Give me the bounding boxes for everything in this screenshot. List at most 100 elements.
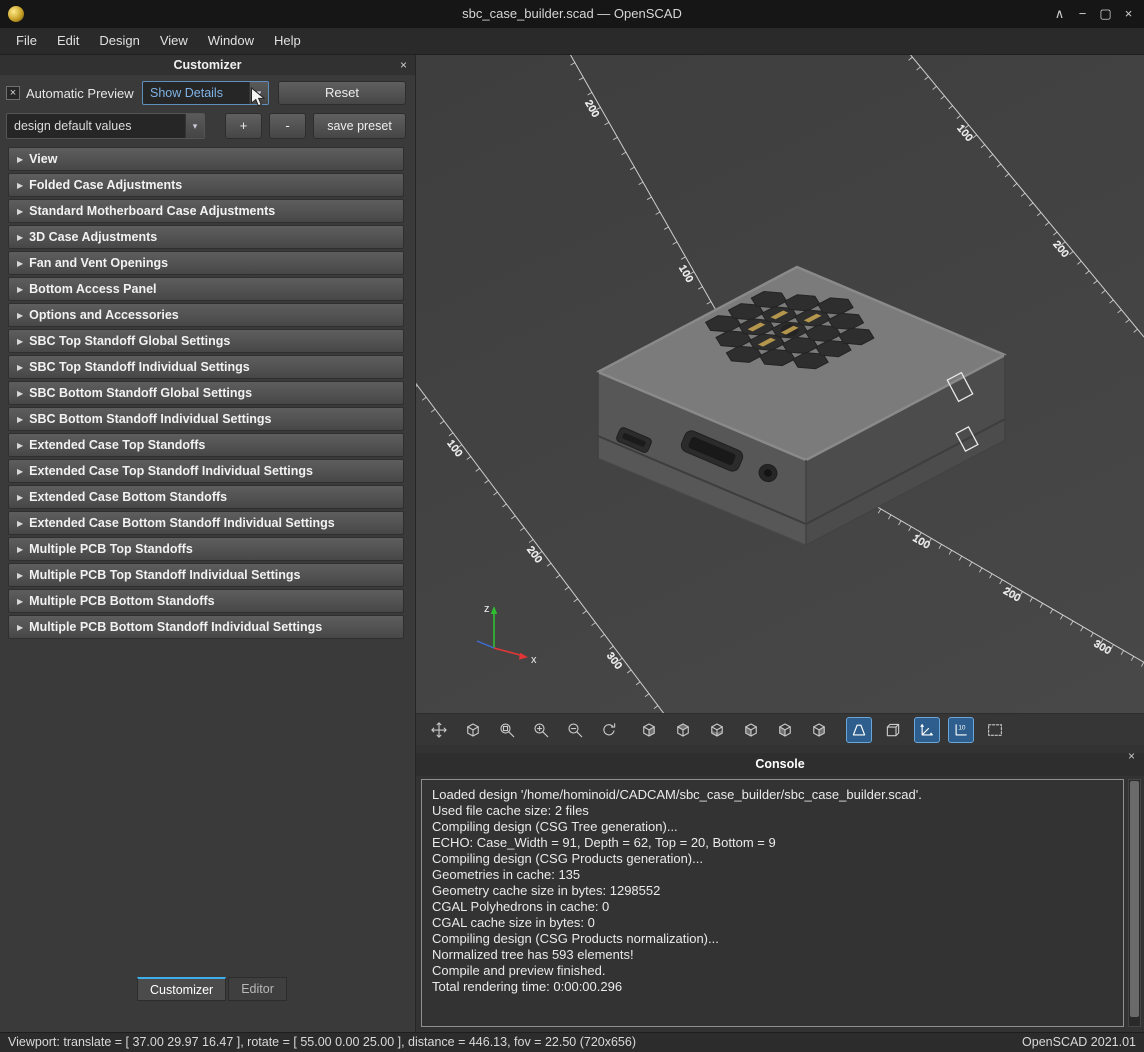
statusbar: Viewport: translate = [ 37.00 29.97 16.4… — [0, 1032, 1144, 1052]
customizer-section[interactable]: ▶Options and Accessories — [8, 303, 404, 327]
minimize-button[interactable]: − — [1071, 0, 1094, 28]
customizer-close-icon[interactable]: × — [400, 55, 407, 75]
expander-arrow-icon: ▶ — [17, 155, 23, 164]
zoom-out-button[interactable] — [562, 717, 588, 743]
reset-view-icon — [600, 721, 618, 739]
customizer-section[interactable]: ▶ View — [8, 147, 404, 171]
view-right-button[interactable] — [636, 717, 662, 743]
view-bottom-button[interactable] — [704, 717, 730, 743]
reset-view-button[interactable] — [596, 717, 622, 743]
orthogonal-button[interactable] — [880, 717, 906, 743]
expander-arrow-icon: ▶ — [17, 467, 23, 476]
menu-help[interactable]: Help — [264, 28, 311, 54]
maximize-button[interactable]: ▢ — [1094, 0, 1117, 28]
expander-arrow-icon: ▶ — [17, 441, 23, 450]
reset-button[interactable]: Reset — [278, 81, 406, 105]
customizer-section[interactable]: ▶Extended Case Top Standoff Individual S… — [8, 459, 404, 483]
view-back-button[interactable] — [806, 717, 832, 743]
preset-dropdown[interactable]: design default values ▾ — [6, 113, 205, 139]
save-preset-button[interactable]: save preset — [313, 113, 406, 139]
remove-preset-button[interactable]: - — [269, 113, 306, 139]
perspective-icon — [850, 721, 868, 739]
customizer-section[interactable]: ▶Fan and Vent Openings — [8, 251, 404, 275]
customizer-section[interactable]: ▶Multiple PCB Bottom Standoffs — [8, 589, 404, 613]
customizer-section[interactable]: ▶ Bottom Access Panel — [8, 277, 404, 301]
customizer-section[interactable]: ▶Standard Motherboard Case Adjustments — [8, 199, 404, 223]
view-all-button[interactable] — [982, 717, 1008, 743]
section-label: SBC Bottom Standoff Global Settings — [29, 386, 252, 400]
scale-marker-number: 100 — [955, 123, 975, 144]
console-line: Loaded design '/home/hominoid/CADCAM/sbc… — [432, 787, 1113, 803]
orthogonal-icon — [884, 721, 902, 739]
show-axes-icon — [918, 721, 936, 739]
console-line: Geometry cache size in bytes: 1298552 — [432, 883, 1113, 899]
tab-customizer[interactable]: Customizer — [137, 977, 226, 1001]
zoom-in-button[interactable] — [528, 717, 554, 743]
perspective-button[interactable] — [846, 717, 872, 743]
customizer-section[interactable]: ▶Multiple PCB Top Standoffs — [8, 537, 404, 561]
add-preset-button[interactable]: + — [225, 113, 262, 139]
zoom-all-button[interactable] — [494, 717, 520, 743]
view-left-button[interactable] — [738, 717, 764, 743]
move-view-button[interactable] — [426, 717, 452, 743]
expander-arrow-icon: ▶ — [17, 285, 23, 294]
customizer-section[interactable]: ▶Extended Case Bottom Standoff Individua… — [8, 511, 404, 535]
section-label: View — [29, 152, 57, 166]
shade-button[interactable]: ∧ — [1048, 0, 1071, 28]
customizer-section[interactable]: ▶Multiple PCB Top Standoff Individual Se… — [8, 563, 404, 587]
console-line: CGAL Polyhedrons in cache: 0 — [432, 899, 1113, 915]
console-close-icon[interactable]: × — [1128, 745, 1135, 768]
console-line: Used file cache size: 2 files — [432, 803, 1113, 819]
chevron-down-icon[interactable]: ▾ — [185, 114, 204, 138]
console-line: Compiling design (CSG Tree generation)..… — [432, 819, 1113, 835]
expander-arrow-icon: ▶ — [17, 545, 23, 554]
menu-edit[interactable]: Edit — [47, 28, 89, 54]
menu-window[interactable]: Window — [198, 28, 264, 54]
show-scale-markers-icon: 10 — [952, 721, 970, 739]
viewport-3d[interactable]: 200100100200100200300100200300 — [416, 55, 1144, 713]
close-button[interactable]: × — [1117, 0, 1140, 28]
view-front-icon — [776, 721, 794, 739]
console-log: Loaded design '/home/hominoid/CADCAM/sbc… — [421, 779, 1124, 1027]
customizer-section[interactable]: ▶Multiple PCB Bottom Standoff Individual… — [8, 615, 404, 639]
tab-editor[interactable]: Editor — [228, 977, 287, 1001]
section-label: Extended Case Bottom Standoffs — [29, 490, 227, 504]
scale-marker-number: 300 — [604, 651, 624, 672]
customizer-section[interactable]: ▶SBC Bottom Standoff Individual Settings — [8, 407, 404, 431]
console-title: Console — [416, 753, 1144, 776]
openscad-logo-icon — [8, 6, 24, 22]
customizer-section[interactable]: ▶SBC Bottom Standoff Global Settings — [8, 381, 404, 405]
customizer-section[interactable]: ▶Extended Case Top Standoffs — [8, 433, 404, 457]
expander-arrow-icon: ▶ — [17, 233, 23, 242]
rotate-view-button[interactable] — [460, 717, 486, 743]
section-label: Standard Motherboard Case Adjustments — [29, 204, 275, 218]
view-front-button[interactable] — [772, 717, 798, 743]
customizer-section[interactable]: ▶SBC Top Standoff Individual Settings — [8, 355, 404, 379]
zoom-in-icon — [532, 721, 550, 739]
customizer-section[interactable]: ▶3D Case Adjustments — [8, 225, 404, 249]
customizer-panel-title: Customizer — [0, 55, 415, 75]
console-scrollbar[interactable] — [1128, 779, 1141, 1027]
section-label: Bottom Access Panel — [29, 282, 156, 296]
section-label: Multiple PCB Bottom Standoffs — [29, 594, 214, 608]
titlebar: sbc_case_builder.scad — OpenSCAD ∧−▢× — [0, 0, 1144, 28]
console-line: Compiling design (CSG Products generatio… — [432, 851, 1113, 867]
customizer-section[interactable]: ▶Extended Case Bottom Standoffs — [8, 485, 404, 509]
automatic-preview-checkbox[interactable]: × — [6, 86, 20, 100]
customizer-section[interactable]: ▶Folded Case Adjustments — [8, 173, 404, 197]
customizer-section[interactable]: ▶SBC Top Standoff Global Settings — [8, 329, 404, 353]
menu-view[interactable]: View — [150, 28, 198, 54]
axes-indicator: z x — [477, 603, 537, 666]
view-top-icon — [674, 721, 692, 739]
automatic-preview-label: Automatic Preview — [26, 86, 134, 101]
menu-design[interactable]: Design — [89, 28, 149, 54]
scale-marker-number: 200 — [582, 99, 601, 120]
view-top-button[interactable] — [670, 717, 696, 743]
scale-marker-number: 300 — [1092, 639, 1113, 658]
show-scale-markers-button[interactable]: 10 — [948, 717, 974, 743]
section-label: SBC Top Standoff Individual Settings — [29, 360, 250, 374]
menu-file[interactable]: File — [6, 28, 47, 54]
show-axes-button[interactable] — [914, 717, 940, 743]
console-line: Geometries in cache: 135 — [432, 867, 1113, 883]
console-scrollbar-thumb[interactable] — [1130, 781, 1139, 1017]
